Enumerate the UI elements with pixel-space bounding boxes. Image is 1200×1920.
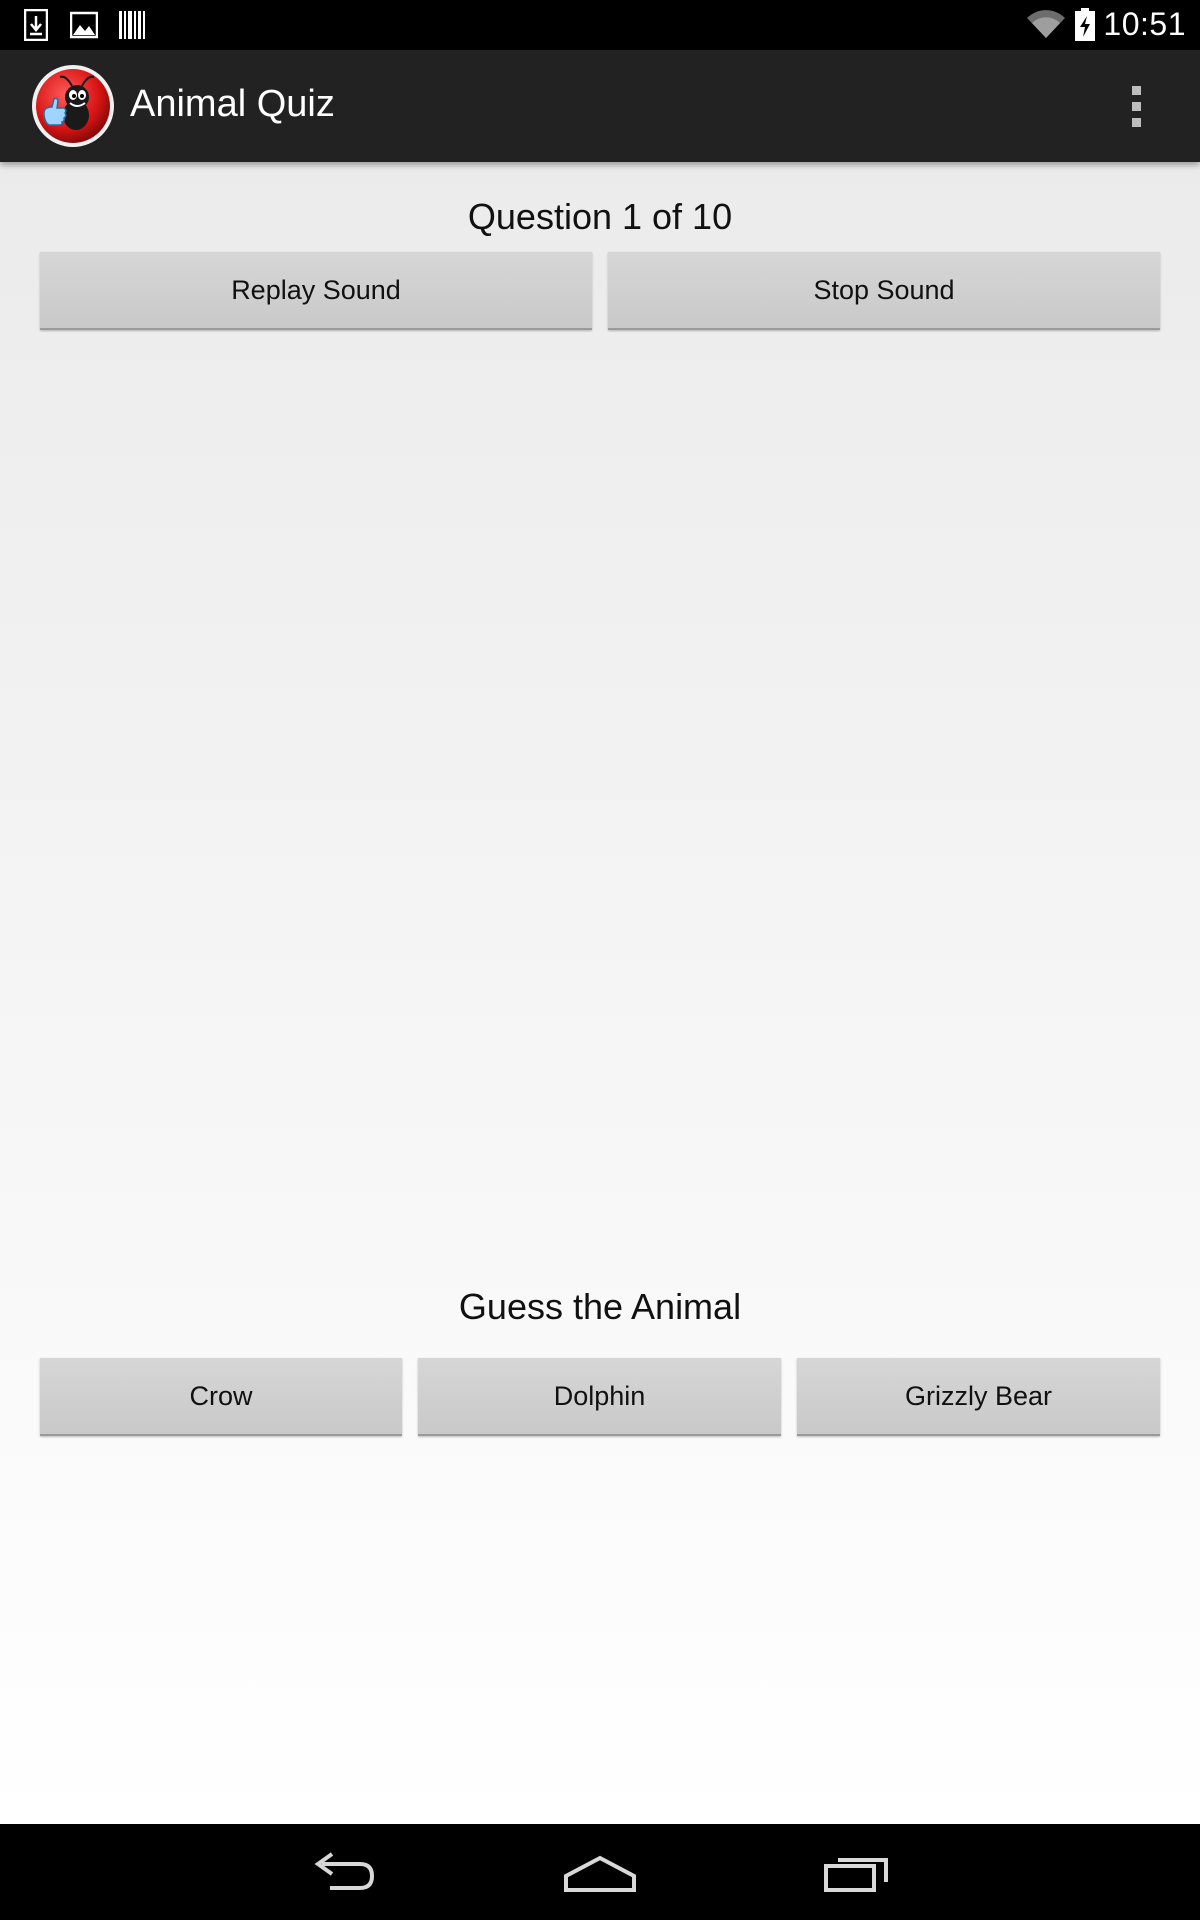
navigation-bar: [0, 1824, 1200, 1920]
choice-button-crow[interactable]: Crow: [40, 1358, 402, 1436]
app-title: Animal Quiz: [130, 83, 335, 125]
question-number-label: Question 1 of 10: [467, 196, 733, 237]
choice-button-grizzly-bear[interactable]: Grizzly Bear: [797, 1358, 1160, 1436]
choice-button-dolphin[interactable]: Dolphin: [418, 1358, 781, 1436]
image-icon: [70, 11, 98, 39]
wifi-icon: [1027, 10, 1065, 38]
overflow-menu-icon[interactable]: [1120, 80, 1154, 134]
download-icon: [24, 9, 48, 41]
recent-apps-icon[interactable]: [822, 1848, 892, 1896]
quiz-content: Question 1 of 10 Replay Sound Stop Sound…: [0, 162, 1200, 1824]
home-icon[interactable]: [562, 1848, 638, 1896]
battery-charging-icon: [1075, 8, 1095, 41]
guess-label: Guess the Animal: [458, 1286, 742, 1327]
barcode-icon: [119, 11, 145, 39]
replay-sound-button[interactable]: Replay Sound: [40, 252, 592, 330]
status-time: 10:51: [1103, 6, 1186, 42]
status-bar: 10:51: [0, 0, 1200, 50]
stop-sound-button[interactable]: Stop Sound: [608, 252, 1160, 330]
action-bar: Animal Quiz: [0, 50, 1200, 162]
back-icon[interactable]: [308, 1848, 378, 1896]
app-icon[interactable]: [30, 63, 116, 149]
